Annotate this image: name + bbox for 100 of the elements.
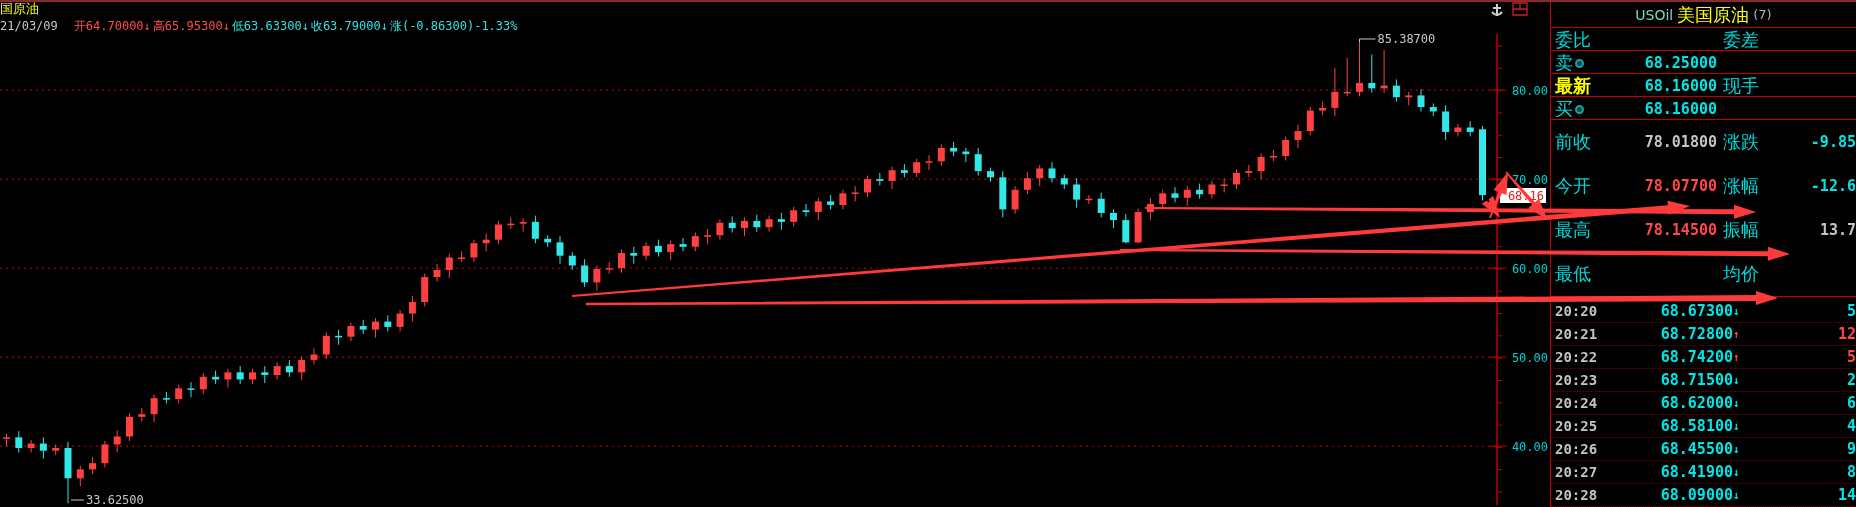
tick-price: 68.71500 xyxy=(1660,371,1733,389)
axis-label: 80.00 xyxy=(1511,84,1548,99)
tick-volume: 4 xyxy=(1846,417,1856,435)
tick-price: 68.45500 xyxy=(1660,440,1733,458)
candlestick xyxy=(433,263,441,283)
candlestick xyxy=(790,206,798,227)
low-price-label: 33.62500 xyxy=(70,493,144,505)
stat-label: 最高 xyxy=(1555,218,1591,242)
candlestick xyxy=(531,215,539,244)
candlestick xyxy=(322,331,330,360)
ring-icon xyxy=(1575,58,1584,68)
tick-price: 68.72800 xyxy=(1660,325,1733,343)
candlestick xyxy=(1011,185,1019,215)
ring-icon xyxy=(1575,104,1584,114)
trend-arrow: ↓ xyxy=(1733,465,1740,479)
candlestick xyxy=(1454,123,1462,137)
candlestick xyxy=(101,440,109,469)
tick-price: 68.58100 xyxy=(1660,417,1733,435)
stat-value: 78.14500 xyxy=(1644,221,1717,239)
candlestick xyxy=(113,429,121,453)
candlestick xyxy=(667,240,675,261)
candlestick xyxy=(765,215,773,233)
candlestick xyxy=(1048,161,1056,184)
tick-time: 20:26 xyxy=(1555,441,1598,457)
stat-label: 涨幅 xyxy=(1723,174,1759,198)
tick-time: 20:22 xyxy=(1555,349,1598,365)
candlestick xyxy=(76,465,84,487)
tick-volume: 5 xyxy=(1846,302,1856,320)
trend-arrow: ↓ xyxy=(1733,373,1740,387)
candlestick xyxy=(39,436,47,460)
candlestick xyxy=(298,355,306,381)
window-toggle-icon[interactable] xyxy=(1512,2,1528,16)
tick-time: 20:21 xyxy=(1555,326,1598,342)
candlestick xyxy=(741,216,748,237)
tick-volume: 6 xyxy=(1846,394,1856,412)
candlestick xyxy=(1036,164,1044,187)
axis-label: 60.00 xyxy=(1511,262,1548,277)
row-label: 买 xyxy=(1555,97,1573,121)
tick-price: 68.09000 xyxy=(1660,486,1733,504)
candlestick xyxy=(187,381,195,398)
candlestick xyxy=(519,217,527,233)
quote-value: 高65.95300↓ xyxy=(152,18,230,34)
candlestick xyxy=(716,218,724,241)
candlestick xyxy=(1392,78,1400,103)
candlestick xyxy=(974,147,982,177)
candlestick xyxy=(1294,124,1302,149)
anchor-icon[interactable] xyxy=(1490,2,1504,18)
row-label: 委比 xyxy=(1555,28,1591,52)
candlestick xyxy=(408,295,416,323)
high-price-label: 85.38700 xyxy=(1359,34,1436,46)
tick-volume: 9 xyxy=(1846,440,1856,458)
tick-time: 20:20 xyxy=(1555,303,1598,319)
stat-label: 最低 xyxy=(1555,262,1591,286)
trend-arrow: ↓ xyxy=(1733,304,1740,318)
candlestick xyxy=(1282,135,1290,161)
tick-volume: 2 xyxy=(1846,371,1856,389)
stat-label: 今开 xyxy=(1555,174,1591,198)
candlestick xyxy=(1417,88,1425,112)
candlestick xyxy=(913,158,921,178)
tick-time: 20:28 xyxy=(1555,487,1598,503)
row-value: 68.25000 xyxy=(1644,54,1717,72)
tick-time: 20:24 xyxy=(1555,395,1598,411)
axis-label: 70.00 xyxy=(1511,173,1548,188)
tick-volume: 8 xyxy=(1846,463,1856,481)
candlestick xyxy=(1023,171,1031,195)
symbol-code: USOil xyxy=(1635,6,1674,23)
candlestick xyxy=(347,321,355,342)
row-label: 现手 xyxy=(1723,74,1759,98)
candlestick xyxy=(581,258,589,288)
stat-label: 前收 xyxy=(1555,130,1591,154)
candlestick xyxy=(1331,67,1339,117)
candlestick xyxy=(126,412,133,442)
candlestick xyxy=(372,317,379,339)
axis-label: 50.00 xyxy=(1511,351,1548,366)
candlestick xyxy=(1233,168,1240,190)
tick-volume: 5 xyxy=(1846,348,1856,366)
candlestick xyxy=(310,347,318,365)
stat-value: 78.07700 xyxy=(1644,177,1717,195)
chart-date: 21/03/09 xyxy=(0,18,58,34)
candlestick xyxy=(445,253,453,279)
candlestick xyxy=(888,166,896,190)
candlestick xyxy=(679,237,687,252)
candlestick xyxy=(864,175,871,198)
candlestick xyxy=(1159,189,1167,210)
row-label: 委差 xyxy=(1723,28,1759,52)
symbol-name: 美国原油 xyxy=(1677,2,1750,27)
trend-arrow: ↓ xyxy=(1733,396,1740,410)
row-value: 68.16000 xyxy=(1644,77,1717,95)
quote-value: 收63.79000↓ xyxy=(310,18,388,34)
row-label: 最新 xyxy=(1555,74,1591,98)
candlestick xyxy=(593,264,601,291)
stat-value: -9.85 xyxy=(1810,133,1856,151)
candlestick xyxy=(150,394,158,423)
stat-value: 13.7 xyxy=(1819,221,1856,239)
stat-value: 78.01800 xyxy=(1644,133,1717,151)
quote-value: 涨(-0.86300)-1.33% xyxy=(389,18,518,34)
candlestick xyxy=(27,439,35,453)
candlestick xyxy=(691,232,699,252)
candlestick xyxy=(1257,152,1265,180)
candlestick xyxy=(15,430,23,453)
